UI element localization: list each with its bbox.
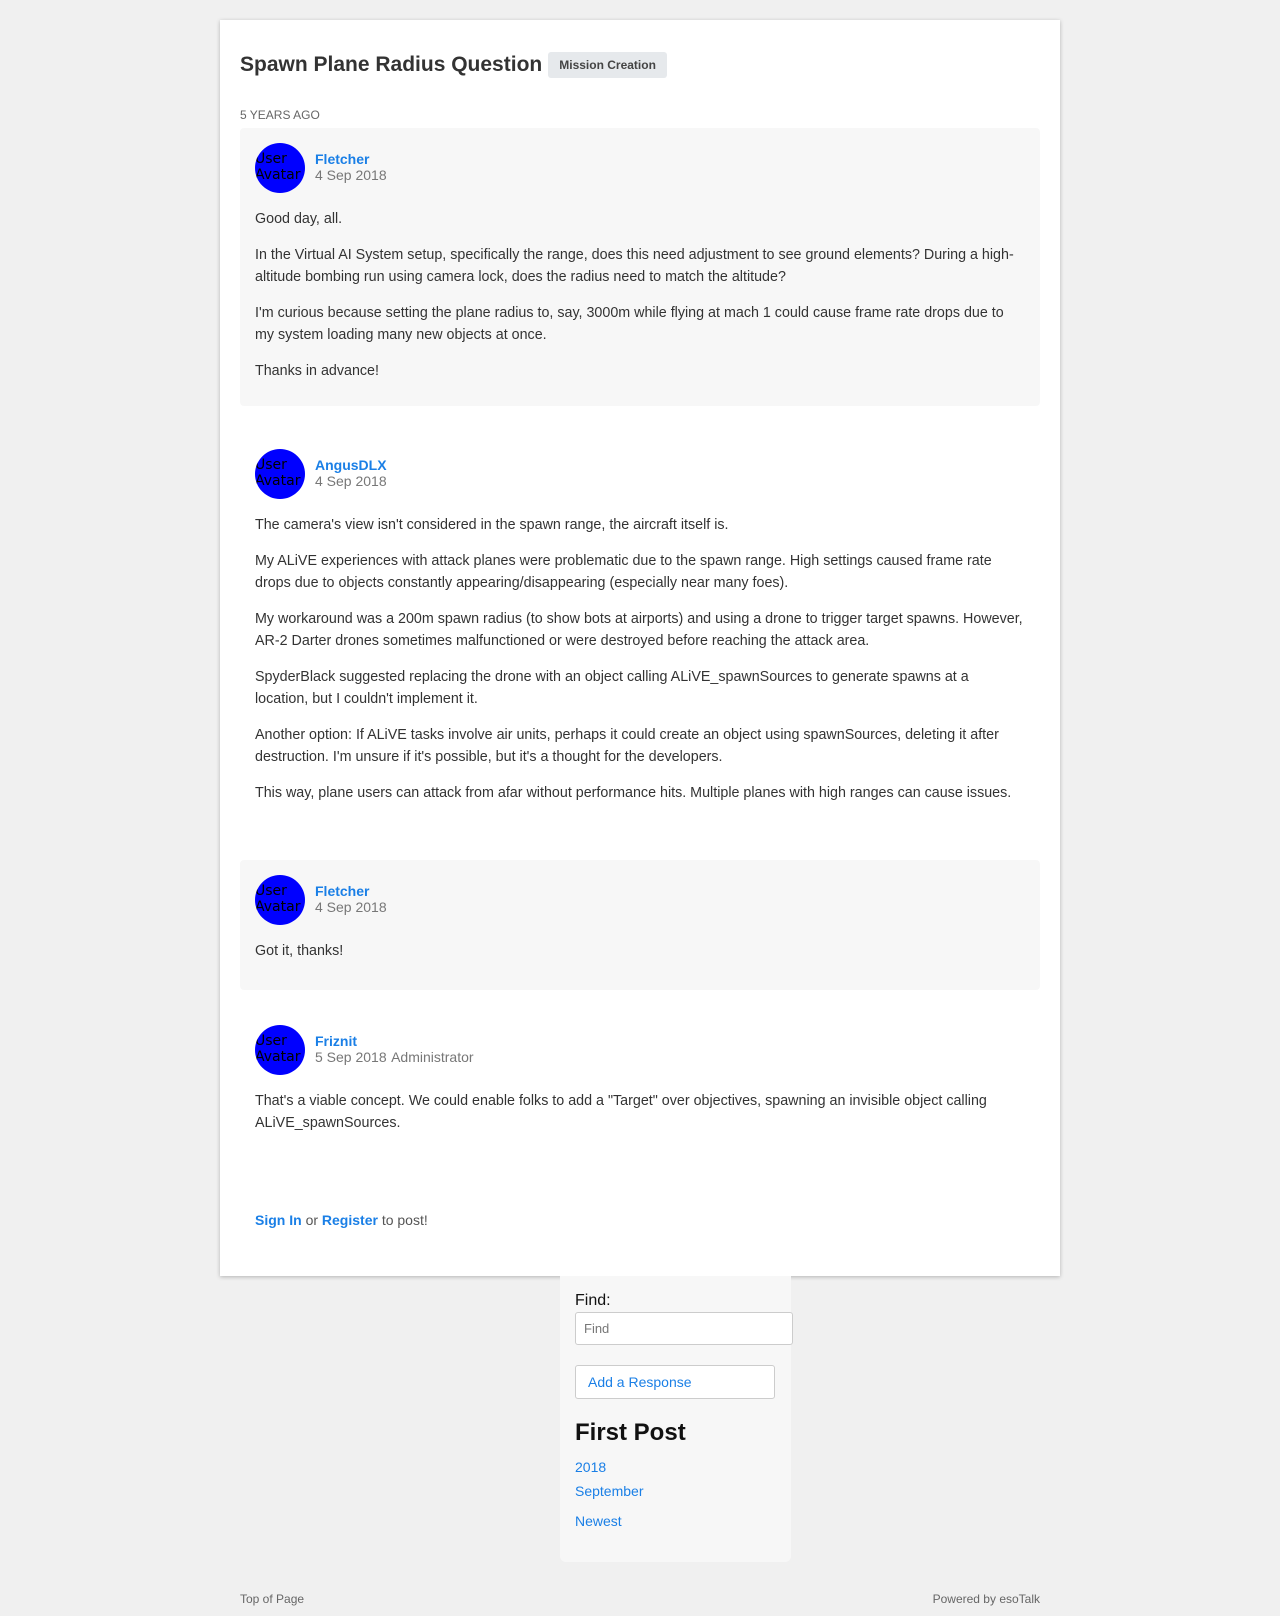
post: User Avatar AngusDLX 4 Sep 2018 The came… (240, 434, 1040, 844)
post-header: User Avatar Fletcher 4 Sep 2018 (255, 142, 1025, 194)
reply-prompt: Sign In or Register to post! (255, 1212, 428, 1228)
post-paragraph: My workaround was a 200m spawn radius (t… (255, 611, 1023, 649)
page-title: Spawn Plane Radius Question (240, 53, 543, 76)
channel-tag[interactable]: Mission Creation (548, 52, 667, 78)
post-author[interactable]: Fletcher (315, 883, 387, 899)
post-date: 5 Sep 2018 (315, 1049, 387, 1065)
post-date: 4 Sep 2018 (315, 167, 387, 183)
post-paragraph: Got it, thanks! (255, 943, 344, 959)
find-input[interactable] (575, 1312, 793, 1345)
powered-by[interactable]: Powered by esoTalk (933, 1592, 1040, 1606)
post-body: Got it, thanks! (255, 940, 1025, 962)
avatar[interactable]: User Avatar (255, 875, 305, 925)
sign-in-link[interactable]: Sign In (255, 1212, 302, 1228)
post-paragraph: Another option: If ALiVE tasks involve a… (255, 727, 999, 765)
post-body: The camera's view isn't considered in th… (255, 514, 1025, 804)
post-paragraph: SpyderBlack suggested replacing the dron… (255, 669, 969, 707)
post-paragraph: I'm curious because setting the plane ra… (255, 305, 1004, 343)
sidebar: Find: Add a Response First Post 2018 Sep… (560, 1276, 793, 1562)
avatar[interactable]: User Avatar (255, 143, 305, 193)
scrubber-month-link[interactable]: September (575, 1483, 776, 1499)
post-paragraph: In the Virtual AI System setup, specific… (255, 247, 1014, 285)
post-meta: Fletcher 4 Sep 2018 (315, 151, 387, 185)
conversation-age: 5 years ago (240, 108, 320, 122)
post-meta: Fletcher 4 Sep 2018 (315, 883, 387, 917)
post-paragraph: This way, plane users can attack from af… (255, 785, 1012, 801)
post-header: User Avatar AngusDLX 4 Sep 2018 (255, 448, 1025, 500)
reply-prompt-suffix: to post! (381, 1212, 428, 1228)
title-row: Spawn Plane Radius Question Mission Crea… (240, 52, 667, 78)
avatar[interactable]: User Avatar (255, 1025, 305, 1075)
find-label: Find: (575, 1292, 611, 1309)
post-author[interactable]: Fletcher (315, 151, 387, 167)
post-paragraph: The camera's view isn't considered in th… (255, 517, 729, 533)
post-date: 4 Sep 2018 (315, 899, 387, 915)
post-header: User Avatar Friznit 5 Sep 2018 Administr… (255, 1024, 1025, 1076)
post-author[interactable]: AngusDLX (315, 457, 387, 473)
post-paragraph: That's a viable concept. We could enable… (255, 1093, 987, 1131)
post-author[interactable]: Friznit (315, 1033, 474, 1049)
post-date: 4 Sep 2018 (315, 473, 387, 489)
add-response-button[interactable]: Add a Response (575, 1365, 775, 1399)
scrubber-year-link[interactable]: 2018 (575, 1459, 776, 1475)
conversation-card: Spawn Plane Radius Question Mission Crea… (220, 20, 1060, 1276)
post-meta: Friznit 5 Sep 2018 Administrator (315, 1033, 474, 1067)
top-of-page-link[interactable]: Top of Page (240, 1592, 304, 1606)
post: User Avatar Fletcher 4 Sep 2018 Good day… (240, 128, 1040, 406)
post-body: Good day, all. In the Virtual AI System … (255, 208, 1025, 382)
reply-prompt-or: or (305, 1212, 319, 1228)
post: User Avatar Friznit 5 Sep 2018 Administr… (240, 1010, 1040, 1150)
post-paragraph: Good day, all. (255, 211, 343, 227)
post-paragraph: Thanks in advance! (255, 363, 379, 379)
post-header: User Avatar Fletcher 4 Sep 2018 (255, 874, 1025, 926)
post-role: Administrator (391, 1049, 474, 1065)
post-paragraph: My ALiVE experiences with attack planes … (255, 553, 992, 591)
scrubber-heading: First Post (575, 1419, 686, 1446)
post: User Avatar Fletcher 4 Sep 2018 Got it, … (240, 860, 1040, 990)
avatar[interactable]: User Avatar (255, 449, 305, 499)
scrubber-newest-link[interactable]: Newest (575, 1513, 776, 1529)
post-body: That's a viable concept. We could enable… (255, 1090, 1025, 1134)
post-meta: AngusDLX 4 Sep 2018 (315, 457, 387, 491)
register-link[interactable]: Register (322, 1212, 378, 1228)
